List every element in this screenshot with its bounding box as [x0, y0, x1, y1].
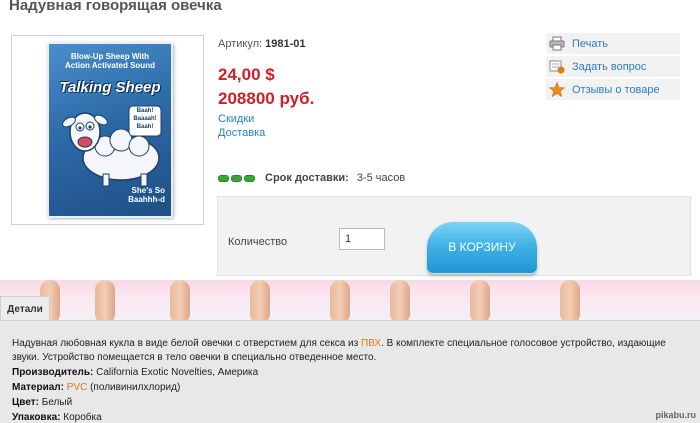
material-row: Материал: PVC (поливинилхлорид)	[12, 380, 688, 395]
ask-question-label: Задать вопрос	[572, 60, 647, 73]
print-action[interactable]: Печать	[546, 33, 680, 54]
quantity-label: Количество	[228, 236, 288, 248]
add-to-cart-panel: Количество В КОРЗИНУ	[217, 196, 691, 276]
question-icon	[548, 59, 566, 75]
box-bottom-line-1: She's So	[131, 186, 165, 195]
banner-leg-shape	[250, 280, 270, 324]
material-label: Материал:	[12, 382, 64, 393]
package-row: Упаковка: Коробка	[12, 410, 688, 423]
printer-icon	[548, 36, 566, 52]
banner-leg-shape	[390, 280, 410, 324]
reviews-label: Отзывы о товаре	[572, 83, 660, 96]
speech-bubble-text: Baah! Baaaah! Baah!	[133, 108, 157, 130]
delivery-time-value: 3-5 часов	[356, 172, 406, 184]
producer-label: Производитель:	[12, 367, 94, 378]
reviews-action[interactable]: Отзывы о товаре	[546, 79, 680, 100]
banner-leg-shape	[170, 280, 190, 324]
description-text-1: Надувная любовная кукла в виде белой ове…	[12, 338, 361, 349]
box-tagline-line-2: Action Activated Sound	[65, 61, 155, 70]
banner-leg-shape	[470, 280, 490, 324]
box-bottom-text: She's So Baahhh-d	[128, 186, 165, 204]
delivery-indicator-icon	[218, 174, 255, 182]
watermark: pikabu.ru	[655, 410, 696, 420]
ask-question-action[interactable]: Задать вопрос	[546, 56, 680, 77]
page-title: Надувная говорящая овечка	[9, 0, 222, 14]
color-value: Белый	[38, 397, 73, 408]
sku-value: 1981-01	[265, 38, 306, 50]
sku-label: Артикул:	[218, 38, 263, 50]
tab-details[interactable]: Детали	[0, 296, 50, 321]
decorative-banner	[0, 280, 700, 324]
box-brand: Talking Sheep	[59, 79, 161, 96]
product-actions: Печать Задать вопрос Отзывы о товаре	[546, 33, 680, 102]
delivery-time-label: Срок доставки:	[265, 172, 349, 184]
package-label: Упаковка:	[12, 412, 61, 423]
delivery-link[interactable]: Доставка	[218, 127, 265, 139]
product-description: Надувная любовная кукла в виде белой ове…	[12, 337, 688, 365]
producer-value: California Exotic Novelties, Америка	[93, 367, 259, 378]
banner-leg-shape	[95, 280, 115, 324]
material-value: (поливинилхлорид)	[87, 382, 181, 393]
box-bottom-line-2: Baahhh-d	[128, 195, 165, 204]
box-tagline: Blow-Up Sheep With Action Activated Soun…	[49, 52, 171, 70]
discounts-link[interactable]: Скидки	[218, 113, 254, 125]
details-content: Надувная любовная кукла в виде белой ове…	[0, 320, 700, 423]
price-rub: 208800 руб.	[218, 89, 315, 108]
product-box-art: Blow-Up Sheep With Action Activated Soun…	[47, 42, 173, 218]
producer-row: Производитель: California Exotic Novelti…	[12, 365, 688, 380]
add-to-cart-button[interactable]: В КОРЗИНУ	[427, 222, 537, 274]
print-label: Печать	[572, 37, 609, 50]
sku-line: Артикул: 1981-01	[218, 34, 306, 52]
delivery-time-row: Срок доставки: 3-5 часов	[218, 172, 405, 184]
pvc-link[interactable]: ПВХ	[361, 338, 381, 349]
color-label: Цвет:	[12, 397, 39, 408]
banner-leg-shape	[560, 280, 580, 324]
color-row: Цвет: Белый	[12, 395, 688, 410]
package-value: Коробка	[60, 412, 102, 423]
material-link[interactable]: PVC	[67, 382, 88, 393]
product-image[interactable]: Blow-Up Sheep With Action Activated Soun…	[11, 35, 204, 225]
box-tagline-line-1: Blow-Up Sheep With	[70, 52, 150, 61]
quantity-input[interactable]	[339, 228, 385, 250]
price-usd: 24,00 $	[218, 65, 275, 84]
banner-leg-shape	[330, 280, 350, 324]
star-icon	[548, 82, 566, 98]
